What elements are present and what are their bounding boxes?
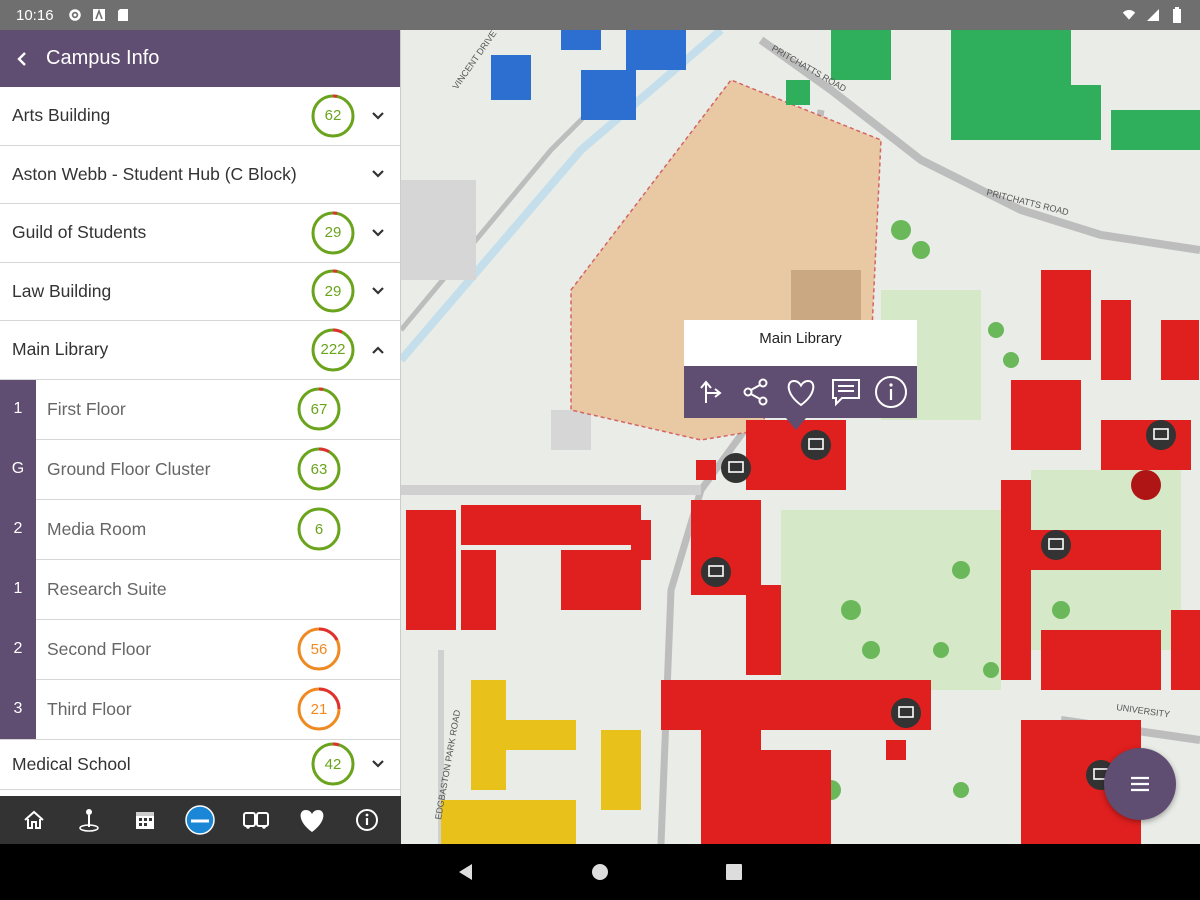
availability-badge: 63 (296, 446, 342, 492)
panel-title: Campus Info (46, 47, 160, 69)
heart-icon[interactable] (781, 372, 821, 412)
building-name: Arts Building (12, 105, 111, 126)
back-icon[interactable] (454, 860, 478, 884)
building-row[interactable]: Aston Webb - Student Hub (C Block) (0, 146, 400, 204)
battery-icon (1170, 7, 1184, 23)
popup-actions (684, 366, 917, 418)
availability-badge: 29 (310, 210, 356, 256)
pin-icon[interactable] (71, 802, 107, 838)
availability-badge: 67 (296, 386, 342, 432)
calendar-icon[interactable] (127, 802, 163, 838)
building-name: Medical School (12, 753, 131, 774)
availability-badge: 21 (296, 686, 342, 732)
floor-name: Media Room (47, 518, 147, 539)
availability-badge: 222 (310, 327, 356, 373)
bottom-toolbar (0, 796, 401, 844)
heart-icon[interactable] (294, 802, 330, 838)
floor-name: Research Suite (47, 578, 167, 599)
chevron-down-icon[interactable] (368, 754, 388, 774)
hamburger-icon (1131, 776, 1149, 792)
availability-badge: 56 (296, 626, 342, 672)
building-row[interactable]: Arts Building 62 (0, 87, 400, 146)
info-icon[interactable] (349, 802, 385, 838)
back-arrow-icon[interactable] (12, 49, 32, 69)
floor-row[interactable]: 3 Third Floor 21 (0, 679, 400, 740)
bus-icon[interactable] (238, 802, 274, 838)
building-name: Aston Webb - Student Hub (C Block) (12, 163, 297, 184)
campus-info-panel: Campus Info Arts Building 62 Aston Webb … (0, 30, 401, 796)
chevron-down-icon[interactable] (368, 281, 388, 301)
chevron-down-icon[interactable] (368, 223, 388, 243)
home-circle-icon[interactable] (588, 860, 612, 884)
popup-pointer (786, 418, 806, 430)
floor-number: 2 (0, 619, 36, 679)
availability-badge: 42 (310, 741, 356, 787)
info-icon[interactable] (871, 372, 911, 412)
floor-number: G (0, 439, 36, 499)
chevron-down-icon[interactable] (368, 164, 388, 184)
popup-title: Main Library (684, 320, 917, 366)
map-canvas[interactable]: VINCENT DRIVE PRITCHATTS ROAD PRITCHATTS… (401, 30, 1200, 844)
floor-name: Second Floor (47, 638, 152, 659)
chevron-up-icon[interactable] (368, 340, 388, 360)
building-list: Arts Building 62 Aston Webb - Student Hu… (0, 87, 400, 790)
floor-name: First Floor (47, 398, 126, 419)
sd-card-icon (116, 8, 130, 22)
building-name: Guild of Students (12, 222, 147, 243)
availability-badge: 6 (296, 506, 342, 552)
floor-row[interactable]: G Ground Floor Cluster 63 (0, 439, 400, 500)
clock: 10:16 (16, 6, 54, 24)
wifi-icon (1122, 8, 1136, 22)
floor-name: Ground Floor Cluster (47, 458, 211, 479)
signal-icon (1146, 8, 1160, 22)
recents-icon[interactable] (722, 860, 746, 884)
availability-badge: 29 (310, 268, 356, 314)
campus-map[interactable]: VINCENT DRIVE PRITCHATTS ROAD PRITCHATTS… (401, 30, 1200, 844)
building-row[interactable]: Guild of Students 29 (0, 204, 400, 263)
status-bar: 10:16 (0, 0, 1200, 30)
floor-row[interactable]: 2 Second Floor 56 (0, 619, 400, 680)
building-row[interactable]: Law Building 29 (0, 263, 400, 321)
android-nav-bar (0, 844, 1200, 900)
building-name: Law Building (12, 280, 112, 301)
directions-icon[interactable] (691, 372, 731, 412)
gear-icon (68, 8, 82, 22)
floor-row[interactable]: 1 Research Suite (0, 559, 400, 620)
building-row[interactable]: Medical School 42 (0, 740, 400, 790)
building-name: Main Library (12, 339, 109, 360)
home-icon[interactable] (16, 802, 52, 838)
floor-row[interactable]: 1 First Floor 67 (0, 379, 400, 440)
floor-row[interactable]: 2 Media Room 6 (0, 499, 400, 560)
floor-number: 1 (0, 379, 36, 439)
svg-text:UNIVERSITY: UNIVERSITY (1116, 702, 1171, 719)
comment-icon[interactable] (826, 372, 866, 412)
chevron-down-icon[interactable] (368, 106, 388, 126)
logo-icon[interactable] (182, 802, 218, 838)
floor-number: 3 (0, 679, 36, 739)
a-box-icon (92, 8, 106, 22)
building-popup: Main Library (684, 320, 917, 418)
floor-name: Third Floor (47, 698, 132, 719)
availability-badge: 62 (310, 93, 356, 139)
floor-number: 2 (0, 499, 36, 559)
menu-button[interactable] (1104, 748, 1176, 820)
panel-header: Campus Info (0, 30, 400, 87)
floor-number: 1 (0, 559, 36, 619)
building-row[interactable]: Main Library 222 (0, 321, 400, 380)
share-icon[interactable] (736, 372, 776, 412)
